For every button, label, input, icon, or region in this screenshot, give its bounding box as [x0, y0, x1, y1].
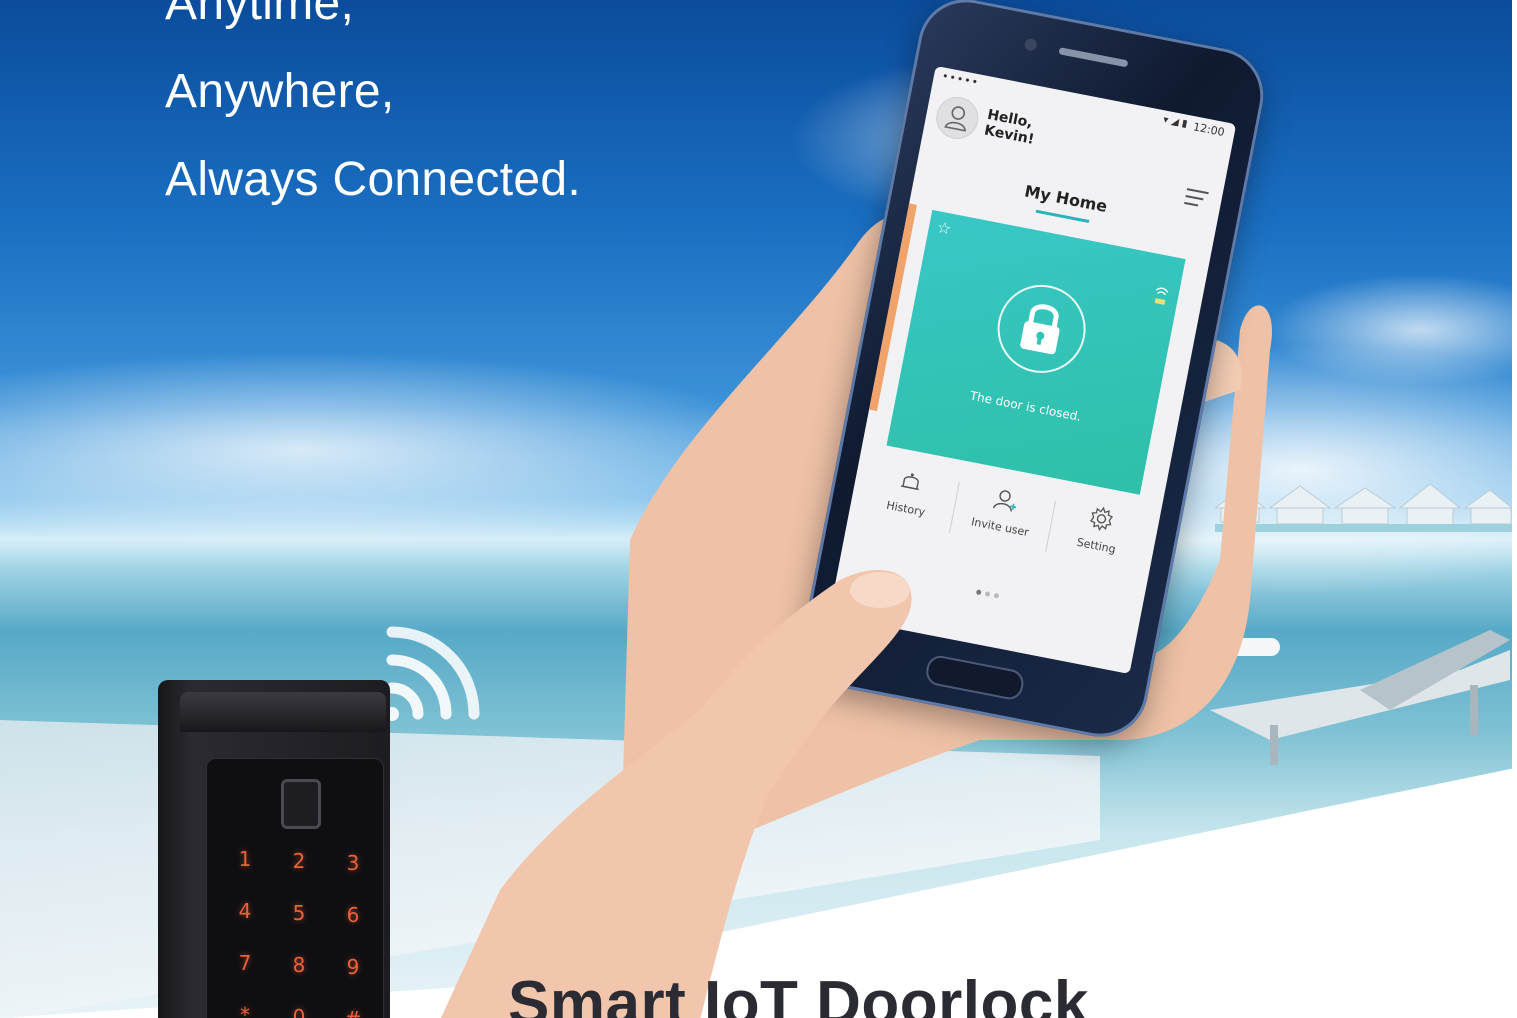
keypad-panel: 1 2 3 4 5 6 7 8 9 * 0 # [206, 758, 384, 1018]
product-title: Smart IoT Doorlock [508, 969, 1089, 1018]
keypad-key[interactable]: 8 [289, 953, 309, 977]
hero-banner: Anytime, Anywhere, Always Connected. •••… [0, 0, 1517, 1018]
lock-button[interactable] [990, 277, 1094, 381]
lock-status-card[interactable]: ☆ The door is closed. [886, 209, 1186, 495]
keypad-key[interactable]: 4 [235, 899, 255, 923]
history-button[interactable]: History [860, 453, 959, 524]
avatar[interactable] [932, 93, 982, 143]
fingerprint-sensor-icon[interactable] [281, 779, 321, 829]
tab-indicator [1035, 209, 1090, 223]
star-icon[interactable]: ☆ [935, 217, 953, 238]
add-user-icon [992, 490, 1017, 512]
keypad-key[interactable]: 6 [343, 903, 363, 927]
doorlock-cover [180, 692, 386, 732]
smart-doorlock-device: 1 2 3 4 5 6 7 8 9 * 0 # [158, 680, 390, 1018]
headline-line: Always Connected. [165, 153, 581, 206]
invite-user-label: Invite user [970, 515, 1030, 540]
keypad-key[interactable]: 9 [343, 955, 363, 979]
hamburger-menu-icon[interactable] [1184, 188, 1209, 208]
headline-line: Anytime, [165, 0, 355, 30]
headline-line: Anywhere, [165, 65, 395, 118]
setting-button[interactable]: Setting [1051, 490, 1150, 561]
padlock-icon [1020, 304, 1060, 355]
setting-label: Setting [1075, 535, 1117, 556]
wifi-icon [1154, 287, 1169, 305]
keypad-key[interactable]: 2 [289, 849, 309, 873]
keypad-key[interactable]: 1 [235, 847, 255, 871]
keypad-key[interactable]: 7 [235, 951, 255, 975]
headline: Anytime, Anywhere, Always Connected. [165, 0, 581, 224]
wifi-battery-icon: ▾ ◢ ▮ [1162, 114, 1189, 130]
pointing-hand-image [440, 570, 912, 1018]
signal-dots: ••••• [940, 69, 981, 90]
invite-user-button[interactable]: Invite user [955, 471, 1054, 542]
front-camera [1023, 37, 1038, 52]
status-time: 12:00 [1192, 120, 1226, 140]
history-label: History [885, 498, 927, 519]
gear-icon [1089, 506, 1114, 532]
wireless-signal-icon [385, 626, 480, 721]
keypad-key[interactable]: * [235, 1003, 255, 1018]
greeting: Hello, Kevin! [983, 107, 1039, 148]
keypad-key[interactable]: 3 [343, 851, 363, 875]
door-status-text: The door is closed. [968, 388, 1083, 424]
user-icon [944, 106, 966, 132]
keypad-key[interactable]: 5 [289, 901, 309, 925]
earpiece-speaker [1058, 47, 1129, 68]
keypad-key[interactable]: # [343, 1007, 363, 1018]
keypad-key[interactable]: 0 [289, 1005, 309, 1018]
bell-icon [900, 473, 919, 491]
